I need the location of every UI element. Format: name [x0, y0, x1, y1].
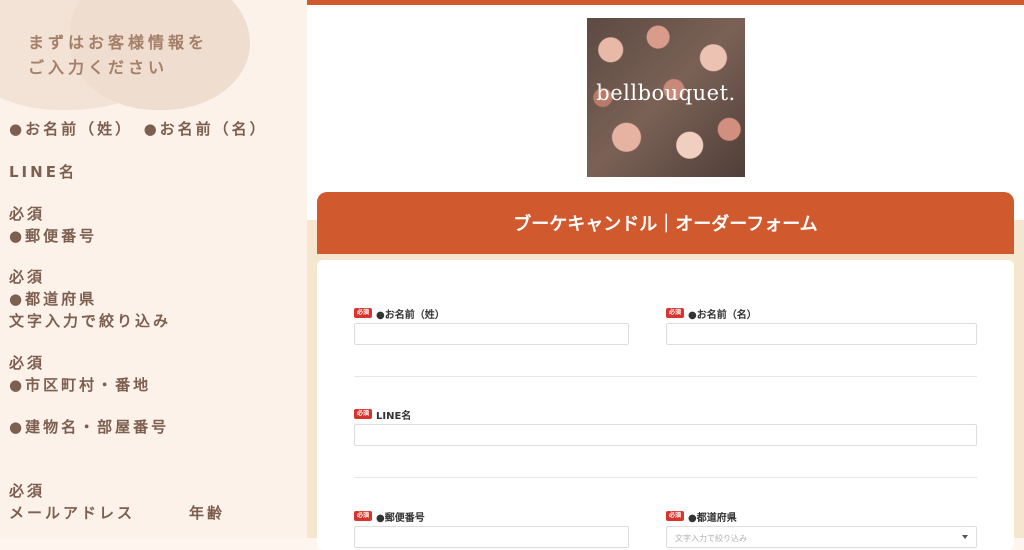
first-name-field: 必須 ●お名前（名）: [666, 306, 977, 345]
left-item-postal: 必須 ●郵便番号: [9, 205, 98, 245]
postal-code-input[interactable]: [354, 526, 629, 548]
required-badge: 必須: [354, 409, 373, 419]
required-badge: 必須: [666, 511, 685, 521]
required-badge: 必須: [666, 308, 685, 318]
form-header: ブーケキャンドル｜オーダーフォーム: [317, 192, 1014, 254]
required-badge: 必須: [354, 511, 373, 521]
left-info-panel: まずはお客様情報を ご入力ください ●お名前（姓） ●お名前（名） LINE名 …: [0, 0, 307, 538]
prefecture-placeholder: 文字入力で絞り込み: [675, 534, 747, 543]
form-area: bellbouquet. ブーケキャンドル｜オーダーフォーム 必須 ●お名前（姓…: [307, 0, 1024, 550]
first-name-label: 必須 ●お名前（名）: [666, 306, 977, 321]
last-name-field: 必須 ●お名前（姓）: [354, 306, 629, 345]
prefecture-field: 必須 ●都道府県 文字入力で絞り込み: [666, 509, 977, 548]
last-name-label: 必須 ●お名前（姓）: [354, 306, 629, 321]
first-name-label-text: ●お名前（名）: [688, 309, 757, 321]
divider: [354, 477, 977, 478]
line-name-input[interactable]: [354, 424, 977, 446]
left-item-name: ●お名前（姓） ●お名前（名）: [9, 120, 268, 138]
prefecture-label-text: ●都道府県: [688, 512, 737, 524]
left-item-building: ●建物名・部屋番号: [9, 418, 170, 436]
prefecture-select[interactable]: 文字入力で絞り込み: [666, 526, 977, 548]
left-item-email-age: 必須 メールアドレス 年齢: [9, 482, 226, 522]
intro-line-1: まずはお客様情報を: [28, 33, 209, 52]
form-card: 必須 ●お名前（姓） 必須 ●お名前（名） 必須 LINE名 必須 ●郵便番号 …: [317, 260, 1014, 550]
line-name-field: 必須 LINE名: [354, 407, 977, 446]
last-name-label-text: ●お名前（姓）: [376, 309, 445, 321]
top-accent-bar: [307, 0, 1024, 5]
intro-line-2: ご入力ください: [28, 58, 169, 77]
line-name-label-text: LINE名: [376, 410, 412, 422]
logo-text: bellbouquet.: [596, 81, 736, 105]
required-badge: 必須: [354, 308, 373, 318]
first-name-input[interactable]: [666, 323, 977, 345]
left-item-line: LINE名: [9, 163, 77, 181]
divider: [354, 376, 977, 377]
intro-heading: まずはお客様情報を ご入力ください: [28, 30, 208, 80]
left-item-prefecture: 必須 ●都道府県 文字入力で絞り込み: [9, 268, 172, 330]
prefecture-label: 必須 ●都道府県: [666, 509, 977, 524]
caret-down-icon: [962, 535, 968, 539]
brand-logo: bellbouquet.: [587, 18, 745, 177]
form-title: ブーケキャンドル｜オーダーフォーム: [513, 214, 818, 235]
postal-code-field: 必須 ●郵便番号: [354, 509, 629, 548]
line-name-label: 必須 LINE名: [354, 407, 977, 422]
last-name-input[interactable]: [354, 323, 629, 345]
postal-code-label: 必須 ●郵便番号: [354, 509, 629, 524]
postal-code-label-text: ●郵便番号: [376, 512, 425, 524]
left-item-city: 必須 ●市区町村・番地: [9, 354, 152, 394]
